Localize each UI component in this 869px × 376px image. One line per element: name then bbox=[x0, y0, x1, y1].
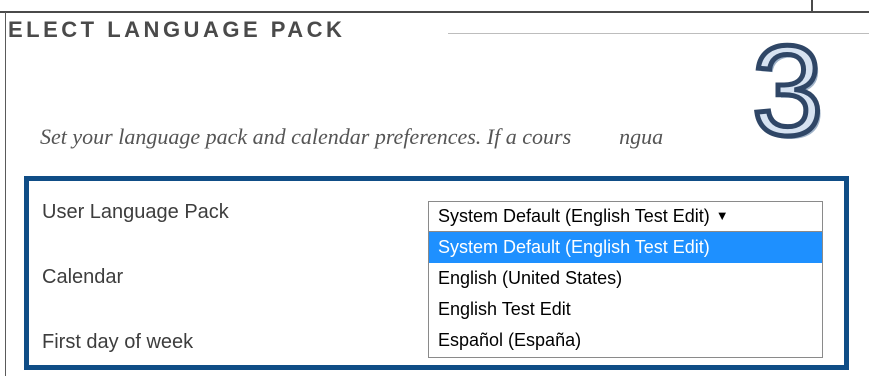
language-pack-select[interactable]: System Default (English Test Edit) ▼ bbox=[428, 201, 823, 231]
intro-text-head: Set your language pack and calendar pref… bbox=[40, 124, 572, 149]
intro-text: Set your language pack and calendar pref… bbox=[40, 124, 663, 150]
left-frame-border bbox=[5, 12, 6, 376]
section-title: ELECT LANGUAGE PACK bbox=[8, 17, 346, 42]
language-option-espanol-espana[interactable]: Español (España) bbox=[429, 325, 822, 356]
top-divider-notch bbox=[811, 0, 813, 12]
first-day-of-week-label: First day of week bbox=[42, 331, 194, 353]
triangle-down-icon: ▼ bbox=[715, 208, 729, 223]
language-option-english-us[interactable]: English (United States) bbox=[429, 263, 822, 294]
calendar-label: Calendar bbox=[42, 266, 124, 288]
intro-text-tail: ngua bbox=[619, 124, 664, 149]
top-divider bbox=[0, 11, 869, 13]
language-option-english-test-edit[interactable]: English Test Edit bbox=[429, 294, 822, 325]
language-option-system-default[interactable]: System Default (English Test Edit) bbox=[429, 232, 822, 263]
step-number-callout: 3 bbox=[749, 20, 825, 163]
language-pack-dropdown-list[interactable]: System Default (English Test Edit) Engli… bbox=[428, 231, 823, 358]
language-pack-select-value: System Default (English Test Edit) bbox=[438, 206, 710, 226]
language-pack-label: User Language Pack bbox=[42, 201, 229, 223]
